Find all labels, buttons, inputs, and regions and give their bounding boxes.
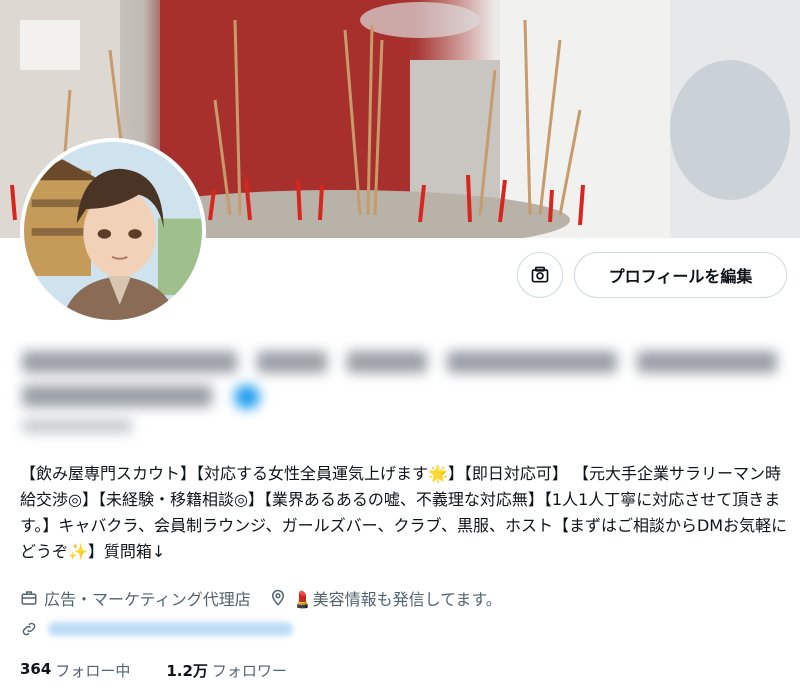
edit-profile-button[interactable]: プロフィールを編集 [574,252,787,298]
blurred-name-block [22,345,782,435]
location-label: 💄美容情報も発信してます。 [292,590,502,609]
photo-edit-icon [531,266,549,283]
following-link[interactable]: 364 フォロー中 [20,660,130,681]
category-label: 広告・マーケティング代理店 [44,590,251,609]
following-count: 364 [20,660,52,678]
profile-meta-row: 広告・マーケティング代理店 💄美容情報も発信してます。 [20,585,520,611]
briefcase-icon [21,591,37,605]
followers-count: 1.2万 [166,662,208,680]
followers-label: フォロワー [211,662,287,680]
location-item: 💄美容情報も発信してます。 [269,586,502,610]
category-item: 広告・マーケティング代理店 [20,586,251,610]
avatar-image [24,142,202,320]
followers-link[interactable]: 1.2万 フォロワー [166,660,287,681]
profile-bio: 【飲み屋専門スカウト】【対応する女性全員運気上げます🌟】【即日対応可】 【元大手… [20,464,788,561]
blurred-link[interactable] [48,622,293,636]
follow-stats: 364 フォロー中 1.2万 フォロワー [20,660,323,681]
edit-photo-button[interactable] [517,252,563,298]
profile-link-row [20,617,293,641]
profile-avatar[interactable] [20,138,206,324]
location-pin-icon [271,589,284,606]
link-icon [22,622,36,636]
following-label: フォロー中 [55,662,131,680]
